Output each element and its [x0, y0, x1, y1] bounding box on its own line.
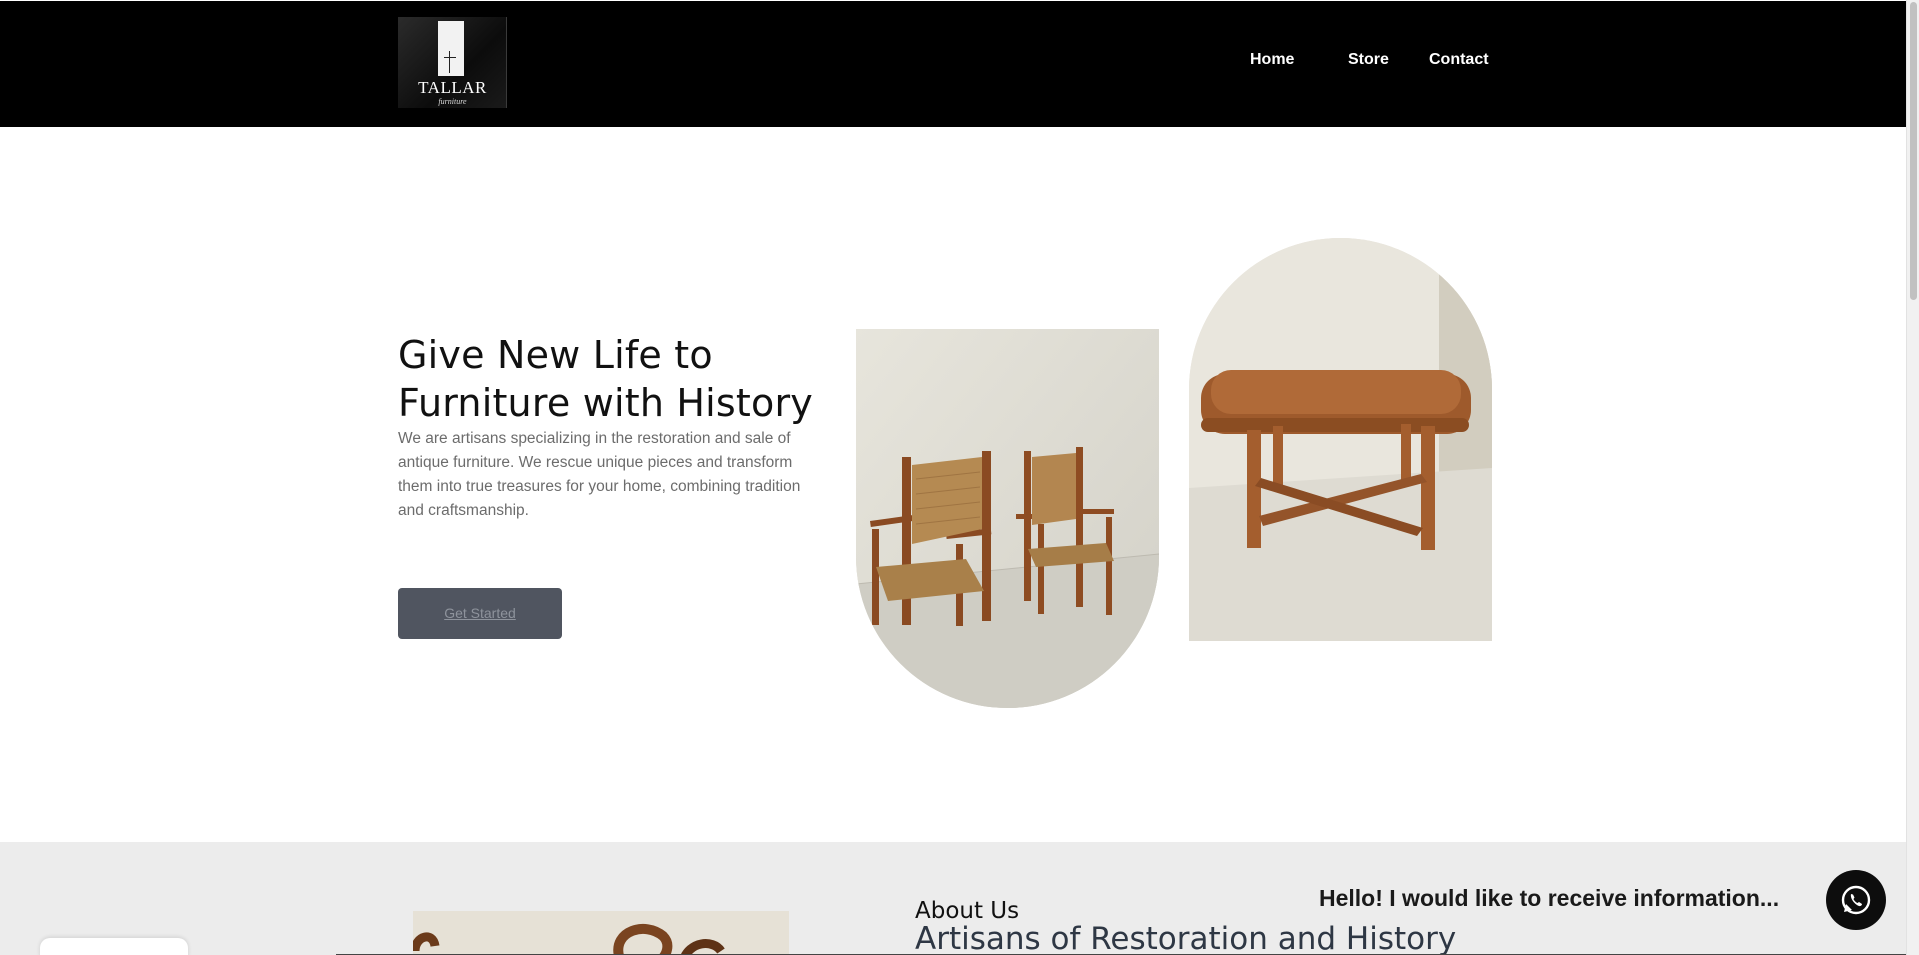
nav-home[interactable]: Home: [1250, 51, 1294, 69]
page: TALLAR furniture Home Store Contact Give…: [0, 0, 1906, 955]
nav-contact[interactable]: Contact: [1429, 51, 1489, 69]
whatsapp-button[interactable]: [1826, 870, 1886, 930]
cookie-settings-tab[interactable]: [40, 938, 188, 955]
nav-store[interactable]: Store: [1348, 51, 1389, 69]
page-scrollbar[interactable]: [1906, 0, 1919, 955]
site-logo[interactable]: TALLAR furniture: [398, 17, 507, 108]
about-title: Artisans of Restoration and History: [915, 921, 1457, 955]
about-image: [413, 911, 789, 955]
get-started-button[interactable]: Get Started: [398, 588, 562, 639]
scrollbar-thumb[interactable]: [1910, 2, 1917, 300]
hero-image-table: [1189, 238, 1492, 641]
logo-sub-text: furniture: [438, 97, 467, 106]
logo-brand-text: TALLAR: [418, 78, 487, 97]
site-header: TALLAR furniture Home Store Contact: [0, 1, 1906, 127]
hero-title: Give New Life to Furniture with History: [398, 333, 813, 425]
hero-image-chairs: [856, 329, 1159, 708]
logo-door-mark: [438, 21, 464, 76]
whatsapp-icon: [1841, 885, 1871, 915]
whatsapp-message[interactable]: Hello! I would like to receive informati…: [1319, 885, 1779, 912]
hero-description: We are artisans specializing in the rest…: [398, 430, 801, 519]
